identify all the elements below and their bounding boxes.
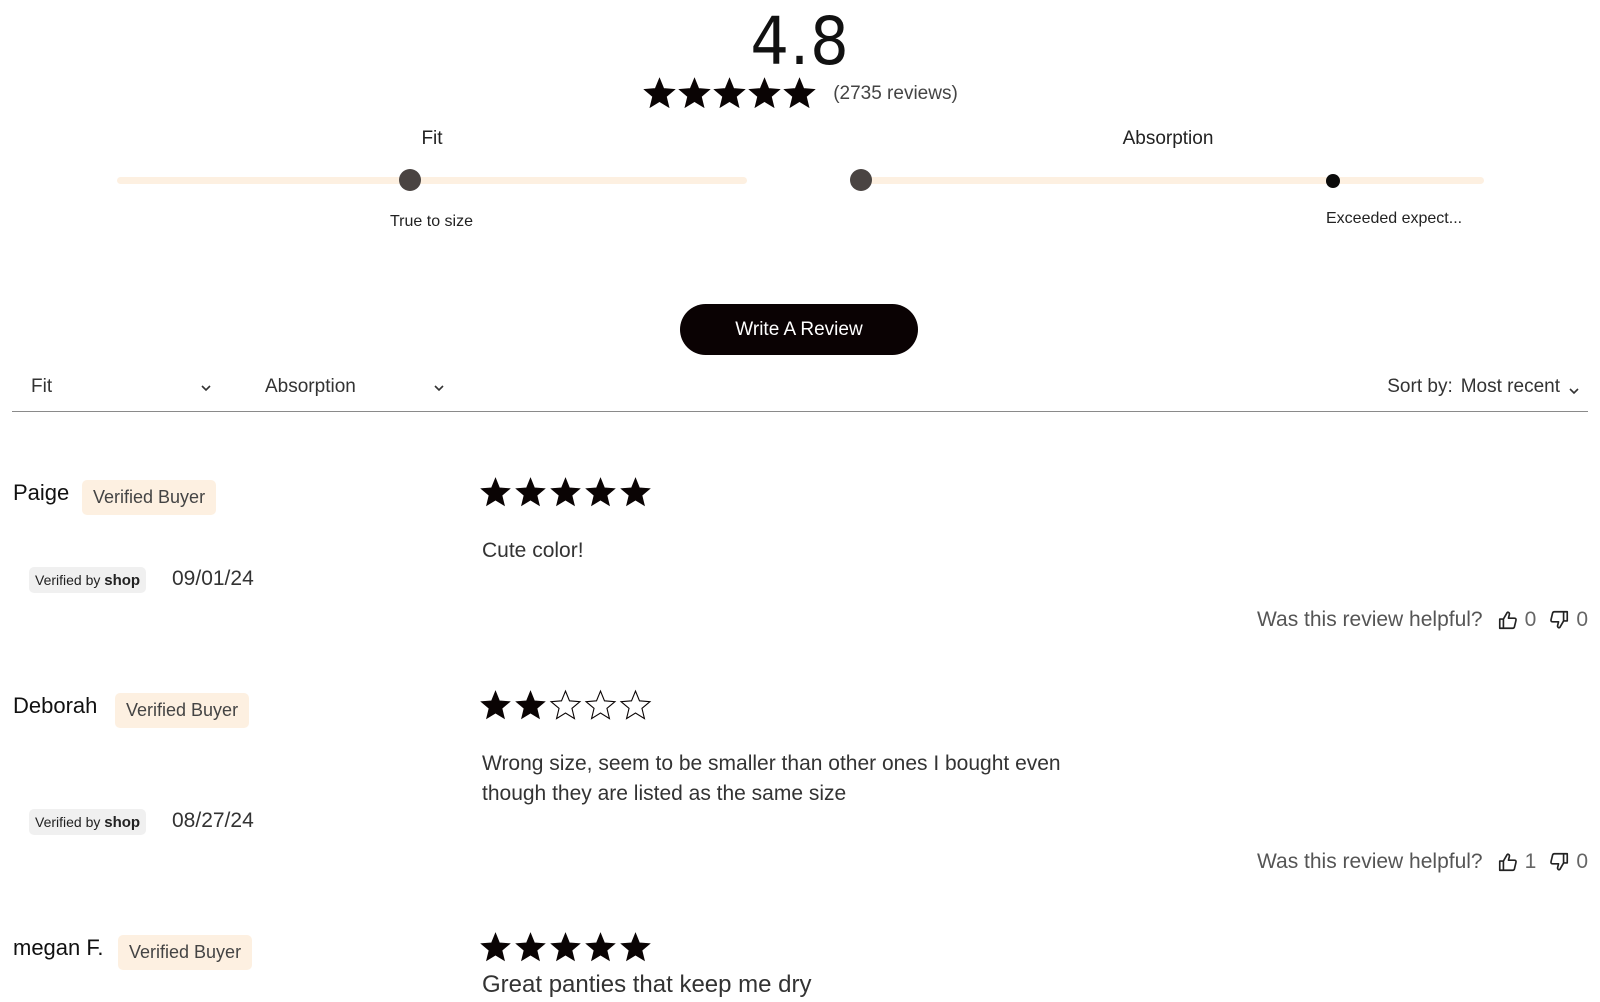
write-review-button[interactable]: Write A Review: [680, 304, 918, 355]
thumbs-up-button[interactable]: 1: [1497, 850, 1549, 874]
thumbs-down-icon: [1548, 851, 1570, 873]
verified-buyer-badge: Verified Buyer: [118, 935, 253, 970]
summary-stars-row: (2735 reviews): [0, 76, 1600, 111]
helpful-question: Was this review helpful?: [1256, 608, 1483, 631]
chevron-down-icon[interactable]: [200, 382, 212, 394]
star-filled-icon: [618, 931, 653, 964]
thumbs-down-icon: [1548, 609, 1570, 631]
review-count: (2735 reviews): [833, 82, 958, 104]
verified-by-shop-badge: Verified by shop: [29, 567, 147, 593]
review-body-line: Wrong size, seem to be smaller than othe…: [482, 752, 1061, 775]
fit-slider-title: Fit: [421, 128, 443, 149]
absorption-slider-title: Absorption: [1122, 128, 1214, 149]
sort-dropdown[interactable]: Sort by: Most recent: [1387, 376, 1580, 398]
absorption-filter-label: Absorption: [265, 376, 356, 397]
review-body: Great panties that keep me dry: [482, 971, 812, 998]
star-filled-icon: [677, 76, 712, 111]
absorption-start-knob: [850, 169, 872, 191]
thumbs-down-button[interactable]: 0: [1548, 608, 1588, 632]
star-empty-icon: [548, 689, 583, 722]
chevron-down-icon: [1568, 381, 1580, 395]
thumbs-up-count: 0: [1524, 608, 1537, 631]
review-stars: [478, 931, 653, 964]
sort-value: Most recent: [1460, 376, 1560, 397]
thumbs-down-count: 0: [1576, 850, 1588, 873]
verified-by-shop-badge: Verified by shop: [29, 809, 147, 835]
thumbs-down-button[interactable]: 0: [1548, 850, 1588, 874]
star-empty-icon: [583, 689, 618, 722]
review-stars: [478, 689, 653, 722]
verified-buyer-badge: Verified Buyer: [115, 693, 250, 728]
filter-bar: Fit Absorption Sort by: Most recent: [12, 362, 1588, 412]
star-filled-icon: [478, 689, 513, 722]
review-body: Wrong size, seem to be smaller than othe…: [482, 749, 1061, 809]
fit-track: [117, 177, 747, 184]
star-filled-icon: [618, 476, 653, 509]
star-filled-icon: [782, 76, 817, 111]
thumbs-down-count: 0: [1576, 608, 1588, 631]
fit-knob: [399, 169, 421, 191]
fit-filter-dropdown[interactable]: Fit: [31, 376, 52, 398]
thumbs-up-button[interactable]: 0: [1497, 608, 1549, 632]
star-filled-icon: [513, 476, 548, 509]
review-body-line: though they are listed as the same size: [482, 782, 847, 805]
thumbs-up-icon: [1497, 851, 1519, 873]
helpful-row: Was this review helpful? 0 0: [1257, 608, 1588, 632]
star-filled-icon: [712, 76, 747, 111]
star-filled-icon: [747, 76, 782, 111]
thumbs-up-count: 1: [1524, 850, 1537, 873]
review-date: 08/27/24: [172, 809, 254, 832]
shop-logo: shop: [104, 572, 141, 589]
star-filled-icon: [583, 476, 618, 509]
absorption-value-label: Exceeded expect...: [1326, 210, 1463, 227]
star-empty-icon: [618, 689, 653, 722]
reviewer-name: megan F.: [13, 935, 104, 960]
reviewer-name: Deborah: [13, 693, 98, 718]
star-filled-icon: [513, 931, 548, 964]
star-filled-icon: [478, 931, 513, 964]
star-filled-icon: [642, 76, 677, 111]
reviewer-name: Paige: [13, 480, 70, 505]
average-rating: 4.8: [750, 3, 850, 80]
helpful-question: Was this review helpful?: [1256, 850, 1483, 873]
absorption-track: [852, 177, 1484, 184]
fit-filter-label: Fit: [31, 376, 53, 397]
star-filled-icon: [548, 931, 583, 964]
verified-buyer-badge: Verified Buyer: [82, 480, 217, 515]
review-date: 09/01/24: [172, 567, 254, 590]
star-filled-icon: [548, 476, 583, 509]
absorption-filter-dropdown[interactable]: Absorption: [265, 376, 356, 398]
star-filled-icon: [513, 689, 548, 722]
summary-stars: [642, 76, 817, 111]
fit-value-label: True to size: [390, 213, 473, 230]
review-body: Cute color!: [482, 539, 584, 562]
sort-prefix: Sort by:: [1387, 376, 1453, 397]
review-stars: [478, 476, 653, 509]
star-filled-icon: [478, 476, 513, 509]
chevron-down-icon[interactable]: [433, 382, 445, 394]
helpful-row: Was this review helpful? 1 0: [1257, 850, 1588, 874]
verified-by-text: Verified by: [35, 572, 101, 588]
shop-logo: shop: [104, 814, 141, 831]
star-filled-icon: [583, 931, 618, 964]
verified-by-text: Verified by: [35, 814, 101, 830]
thumbs-up-icon: [1497, 609, 1519, 631]
absorption-knob: [1326, 174, 1340, 188]
